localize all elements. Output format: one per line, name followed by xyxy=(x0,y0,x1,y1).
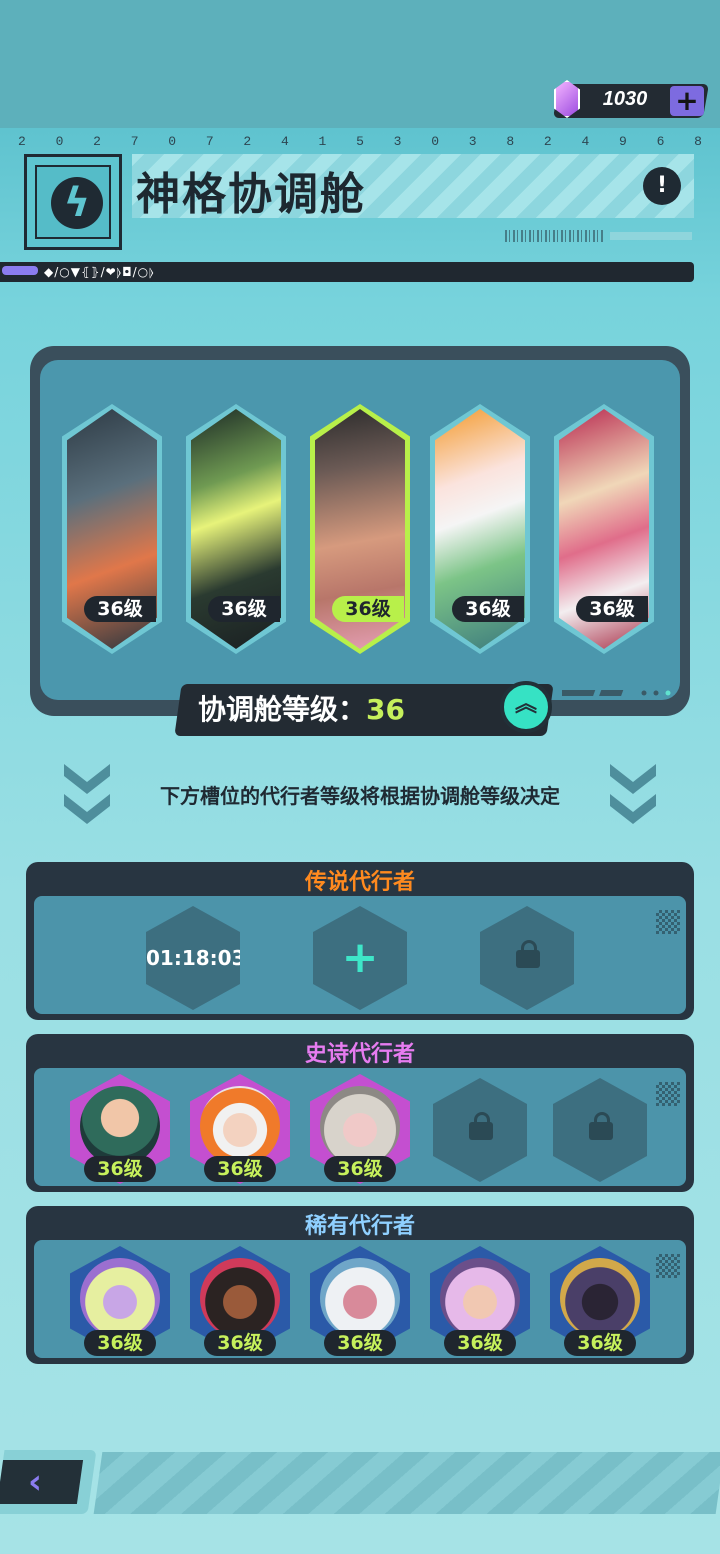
agent-portrait xyxy=(560,1258,640,1338)
slot-hint: 下方槽位的代行者等级将根据协调舱等级决定 xyxy=(160,784,560,808)
agent-portrait xyxy=(320,1086,400,1166)
digit: 5 xyxy=(356,134,364,149)
digit-strip: 2 0 2 7 0 7 2 4 1 5 3 0 3 8 2 4 9 6 8 xyxy=(18,134,702,149)
digit: 2 xyxy=(18,134,26,149)
digit: 4 xyxy=(280,134,289,149)
section-title: 史诗代行者 xyxy=(304,1042,415,1067)
level-up-button[interactable]: ︽ xyxy=(500,681,552,733)
back-arrow-icon: ‹ xyxy=(28,1462,43,1502)
digit: 3 xyxy=(468,134,477,149)
card-level: 36级 xyxy=(452,596,524,622)
digit: 2 xyxy=(243,134,252,149)
digit: 8 xyxy=(694,134,702,149)
agent-portrait xyxy=(80,1258,160,1338)
pod-card[interactable]: 36级 xyxy=(554,404,654,654)
chevron-down-icon xyxy=(64,764,110,824)
digit: 4 xyxy=(581,134,590,149)
checker-decoration xyxy=(656,1254,680,1278)
digit: 0 xyxy=(431,134,439,149)
chevron-down-icon xyxy=(610,764,656,824)
card-level: 36级 xyxy=(332,596,404,622)
decorative-symbols: ◆/○▼⦃⦄/❤⦊◘/○⦊ xyxy=(44,265,155,279)
card-level: 36级 xyxy=(208,596,280,622)
agent-portrait xyxy=(80,1086,160,1166)
gem-count: 1030 xyxy=(602,88,648,110)
info-button[interactable]: ! xyxy=(643,167,681,205)
agent-portrait xyxy=(320,1258,400,1338)
digit: 7 xyxy=(205,134,214,149)
digit: 0 xyxy=(55,134,64,149)
lock-icon xyxy=(589,1112,613,1140)
card-level: 36级 xyxy=(84,596,156,622)
logo-frame: ϟ xyxy=(24,154,122,250)
digit: 6 xyxy=(656,134,665,149)
lightning-logo-icon: ϟ xyxy=(51,177,103,229)
digit: 2 xyxy=(543,134,552,149)
agent-level: 36级 xyxy=(324,1330,396,1356)
pod-card[interactable]: 36级 xyxy=(430,404,530,654)
pod-level: 协调舱等级：36 xyxy=(198,688,498,728)
barcode-decoration xyxy=(505,230,605,242)
add-currency-button[interactable]: + xyxy=(670,86,704,116)
digit: 2 xyxy=(93,134,101,149)
label-decoration xyxy=(610,232,692,240)
digit: 7 xyxy=(130,134,139,149)
checker-decoration xyxy=(656,1082,680,1106)
agent-level: 36级 xyxy=(84,1330,156,1356)
agent-level: 36级 xyxy=(324,1156,396,1182)
digit: 9 xyxy=(619,134,627,149)
digit: 3 xyxy=(393,134,402,149)
agent-level: 36级 xyxy=(84,1156,156,1182)
section-title: 稀有代行者 xyxy=(304,1214,415,1239)
agent-portrait xyxy=(200,1258,280,1338)
agent-portrait xyxy=(200,1086,280,1166)
agent-level: 36级 xyxy=(564,1330,636,1356)
pod-level-label: 协调舱等级： xyxy=(198,693,367,726)
page-title: 神格协调舱 xyxy=(136,169,366,220)
pod-card-selected[interactable]: 36级 xyxy=(310,404,410,654)
decorative-accent xyxy=(2,266,38,275)
bottom-bar xyxy=(93,1452,720,1514)
lock-icon xyxy=(469,1112,493,1140)
agent-portrait xyxy=(440,1258,520,1338)
card-level: 36级 xyxy=(576,596,648,622)
digit: 1 xyxy=(318,134,327,149)
pod-level-value: 36 xyxy=(366,693,405,726)
digit: 8 xyxy=(506,134,515,149)
checker-decoration xyxy=(656,910,680,934)
logo-inner: ϟ xyxy=(35,165,111,239)
pod-indicator xyxy=(562,690,671,696)
agent-level: 36级 xyxy=(204,1156,276,1182)
lock-icon xyxy=(516,940,540,968)
pod-card[interactable]: 36级 xyxy=(62,404,162,654)
agent-level: 36级 xyxy=(204,1330,276,1356)
pod-card[interactable]: 36级 xyxy=(186,404,286,654)
section-title: 传说代行者 xyxy=(304,870,415,895)
agent-level: 36级 xyxy=(444,1330,516,1356)
digit: 0 xyxy=(168,134,177,149)
